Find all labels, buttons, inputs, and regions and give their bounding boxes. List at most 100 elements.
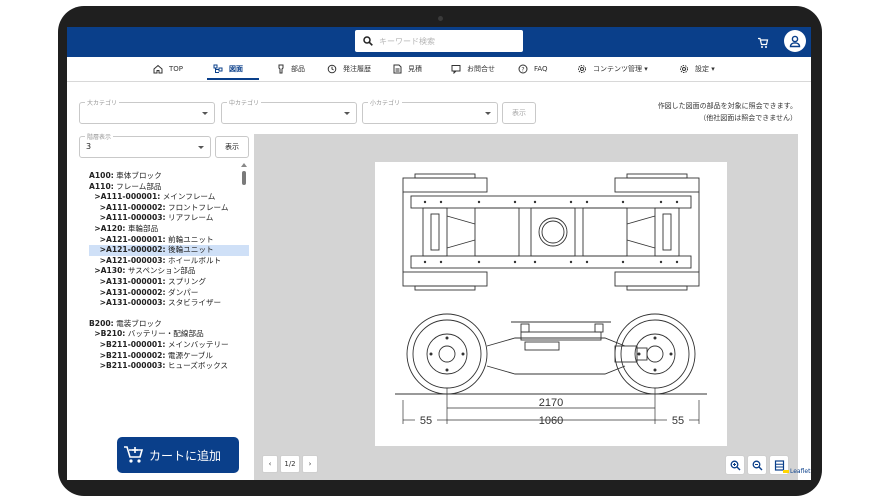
- tree-item-code: >A120:: [89, 223, 126, 233]
- tree-item[interactable]: A110: フレーム部品: [89, 182, 249, 193]
- tree-item-name: 車体ブロック: [113, 171, 162, 180]
- search-input[interactable]: [377, 35, 521, 47]
- leaflet-label: Leaflet: [790, 468, 811, 475]
- tree-item-code: >A111-000003:: [89, 213, 166, 223]
- main-nav: TOP 図面 部品 発注履歴 見積 お問合せ ? FAQ コンテンツ管理 ▾ 設…: [67, 57, 811, 82]
- document-icon: [393, 64, 402, 74]
- tree-item-code: A100:: [89, 171, 114, 180]
- middle-category-select[interactable]: 中カテゴリ: [221, 98, 357, 124]
- tree-item-code: >B211-000001:: [89, 339, 166, 349]
- tree-item-code: >A130:: [89, 266, 126, 276]
- prev-page-button[interactable]: ‹: [262, 455, 278, 473]
- tree-item-code: >B211-000002:: [89, 350, 166, 360]
- tree-item[interactable]: >A120: 車輪部品: [89, 224, 249, 235]
- part-icon: [278, 64, 284, 74]
- tree-item[interactable]: >B210: バッテリー・配線部品: [89, 329, 249, 340]
- drawing-sheet: 2170 1060 55 55: [375, 162, 727, 446]
- category-show-button[interactable]: 表示: [502, 102, 536, 124]
- nav-diagram-label: 図面: [229, 65, 243, 73]
- nav-content-admin[interactable]: コンテンツ管理 ▾: [577, 57, 648, 81]
- add-to-cart-label: カートに追加: [149, 448, 222, 463]
- tree-item-code: >A131-000003:: [89, 298, 166, 308]
- gear-icon: [578, 65, 586, 73]
- nav-top[interactable]: TOP: [153, 57, 183, 81]
- nav-content-admin-label: コンテンツ管理 ▾: [593, 65, 648, 73]
- camera-dot: [438, 16, 443, 21]
- nav-contact[interactable]: お問合せ: [451, 57, 495, 81]
- level-select[interactable]: 階層表示 3: [79, 132, 211, 158]
- cart-icon[interactable]: [757, 34, 769, 53]
- search-icon: [363, 36, 373, 46]
- tree-item-name: バッテリー・配線部品: [125, 329, 204, 339]
- tree-item[interactable]: >A121-000002: 後輪ユニット: [89, 245, 249, 256]
- history-icon: [327, 64, 337, 74]
- next-page-button[interactable]: ›: [302, 455, 318, 473]
- add-to-cart-button[interactable]: カートに追加: [117, 437, 239, 473]
- tree-item[interactable]: >A121-000003: ホイールボルト: [89, 256, 249, 267]
- tree-item-code: >A121-000003:: [89, 255, 166, 265]
- tree-item-code: >A121-000001:: [89, 234, 166, 244]
- tree-item-name: メインフレーム: [160, 192, 216, 202]
- cart-add-icon: [124, 446, 144, 463]
- tree-item-name: ヒューズボックス: [165, 361, 229, 371]
- tree-item-name: フレーム部品: [113, 181, 162, 191]
- tree-item-name: スプリング: [165, 276, 206, 286]
- tree-item[interactable]: >A111-000003: リアフレーム: [89, 213, 249, 224]
- nav-history[interactable]: 発注履歴: [327, 57, 371, 81]
- large-category-label: 大カテゴリ: [85, 98, 120, 107]
- nav-top-label: TOP: [169, 65, 184, 73]
- nav-quote[interactable]: 見積: [393, 57, 422, 81]
- tree-item-code: >A131-000001:: [89, 276, 166, 286]
- tree-item[interactable]: >B211-000002: 電源ケーブル: [89, 351, 249, 362]
- chevron-down-icon: [344, 112, 350, 115]
- tree-item[interactable]: >A131-000003: スタビライザー: [89, 298, 249, 309]
- zoom-in-button[interactable]: [725, 455, 745, 475]
- tree-item[interactable]: >A130: サスペンション部品: [89, 266, 249, 277]
- tree-item[interactable]: >A131-000001: スプリング: [89, 277, 249, 288]
- parts-tree: A100: 車体ブロック A110: フレーム部品 >A111-000001: メ…: [89, 171, 249, 372]
- nav-settings[interactable]: 設定 ▾: [679, 57, 715, 81]
- tree-item[interactable]: >A111-000001: メインフレーム: [89, 192, 249, 203]
- nav-quote-label: 見積: [408, 65, 422, 73]
- tree-item-code: B200:: [89, 318, 114, 328]
- zoom-out-icon: [752, 460, 762, 470]
- search-box[interactable]: [355, 30, 523, 52]
- nav-parts-label: 部品: [291, 65, 305, 73]
- lookup-note: 作図した図面の部品を対象に照会できます。 （他社図面は照会できません）: [567, 100, 797, 124]
- zoom-in-icon: [730, 460, 740, 470]
- diagram-viewer[interactable]: 2170 1060 55 55: [254, 134, 798, 480]
- tree-item[interactable]: A100: 車体ブロック: [89, 171, 249, 182]
- level-show-button[interactable]: 表示: [215, 136, 249, 158]
- chat-icon: [451, 65, 461, 74]
- tree-item[interactable]: >B211-000003: ヒューズボックス: [89, 361, 249, 372]
- lookup-note-line1: 作図した図面の部品を対象に照会できます。: [657, 102, 797, 110]
- level-value: 3: [86, 142, 92, 151]
- nav-active-indicator: [207, 78, 259, 80]
- nav-faq[interactable]: ? FAQ: [518, 57, 548, 81]
- dim-right: 55: [672, 415, 684, 427]
- nav-parts[interactable]: 部品: [277, 57, 305, 81]
- tree-item-name: スタビライザー: [165, 298, 222, 308]
- zoom-out-button[interactable]: [747, 455, 767, 475]
- leaflet-attribution[interactable]: Leaflet: [783, 468, 810, 475]
- tree-item[interactable]: >A121-000001: 前輪ユニット: [89, 235, 249, 246]
- large-category-select[interactable]: 大カテゴリ: [79, 98, 215, 124]
- level-label: 階層表示: [85, 132, 114, 141]
- tree-item-code: >A111-000001:: [89, 192, 161, 202]
- chevron-down-icon: [202, 112, 208, 115]
- middle-category-label: 中カテゴリ: [227, 98, 262, 107]
- tree-gap: [89, 309, 249, 319]
- avatar[interactable]: [784, 30, 806, 52]
- tree-item[interactable]: B200: 電装ブロック: [89, 319, 249, 330]
- tree-item[interactable]: >A111-000002: フロントフレーム: [89, 203, 249, 214]
- flag-icon: [783, 470, 789, 473]
- scroll-up-arrow[interactable]: [241, 163, 247, 167]
- help-icon: ?: [518, 64, 528, 74]
- tree-item-name: ホイールボルト: [165, 255, 222, 265]
- tree-item-name: 電源ケーブル: [165, 350, 213, 360]
- tree-item[interactable]: >A131-000002: ダンパー: [89, 288, 249, 299]
- tree-item[interactable]: >B211-000001: メインバッテリー: [89, 340, 249, 351]
- nav-contact-label: お問合せ: [467, 65, 495, 73]
- small-category-select[interactable]: 小カテゴリ: [362, 98, 498, 124]
- tree-item-name: リアフレーム: [165, 213, 214, 223]
